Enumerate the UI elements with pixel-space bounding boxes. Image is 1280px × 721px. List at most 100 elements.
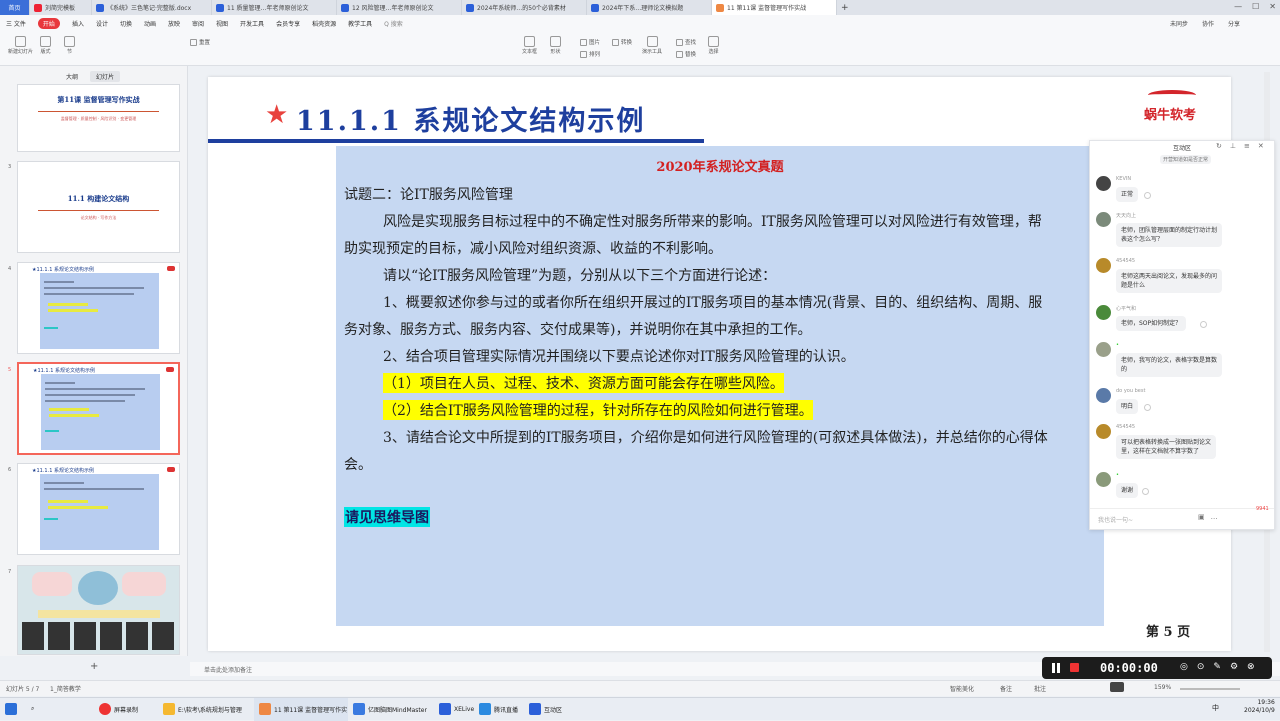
comment-toggle[interactable]: 批注 xyxy=(1034,684,1046,693)
chat-input[interactable]: 我也说一句~ xyxy=(1098,515,1133,524)
file-menu[interactable]: 三 文件 xyxy=(6,19,26,28)
smile-icon[interactable] xyxy=(1144,192,1151,199)
smile-icon[interactable] xyxy=(1200,321,1207,328)
section-button[interactable]: 节 xyxy=(64,36,75,55)
add-slide-button[interactable]: + xyxy=(90,661,98,672)
new-slide-button[interactable]: 新建幻灯片 xyxy=(8,36,33,55)
avatar xyxy=(1096,342,1111,357)
refresh-icon[interactable]: ↻ xyxy=(1216,142,1222,150)
find-button[interactable]: 查找 xyxy=(676,38,696,46)
more-icon[interactable]: … xyxy=(1211,513,1218,521)
tab-slides[interactable]: 幻灯片 xyxy=(90,71,121,82)
taskbar-app[interactable]: 互动区 xyxy=(524,698,574,721)
active-document-tab[interactable]: 11 第11课 监督管理写作实战 xyxy=(712,0,837,15)
document-tab[interactable]: 《系统》三色笔记·完整版.docx xyxy=(92,0,212,15)
settings-icon[interactable]: ⚙ xyxy=(1230,662,1238,672)
smile-icon[interactable] xyxy=(1144,404,1151,411)
search-button[interactable]: ⌕ xyxy=(26,698,46,721)
document-tab[interactable]: 12 风险管理…年老师原创论文 xyxy=(337,0,462,15)
reset-icon xyxy=(190,38,197,46)
document-tab[interactable]: 11 质量管理…年老师原创论文 xyxy=(212,0,337,15)
search-box[interactable]: Q 搜索 xyxy=(384,19,403,28)
taskbar-app[interactable]: XELive xyxy=(434,698,474,721)
stop-icon[interactable] xyxy=(1070,663,1079,672)
thumb-shape xyxy=(32,572,72,596)
snapshot-icon[interactable]: ⊙ xyxy=(1197,662,1205,672)
thumb-cyan-mark xyxy=(45,430,59,432)
start-button[interactable] xyxy=(0,698,26,721)
presentation-tools-button[interactable]: 演示工具 xyxy=(642,36,662,55)
document-tab[interactable]: 2024年下系…理师论文模拟题 xyxy=(587,0,712,15)
slide-thumbnail[interactable]: ★11.1.1 系规论文结构示例 xyxy=(17,463,180,555)
chat-text: 老师，SOP如何制定？ xyxy=(1116,316,1187,331)
picture-button[interactable]: 图片 xyxy=(580,38,600,46)
smile-icon[interactable] xyxy=(1142,488,1149,495)
taskbar-app[interactable]: 11 第11课 监督管理写作实 xyxy=(254,697,348,721)
new-tab-button[interactable]: + xyxy=(837,0,851,15)
menu-icon[interactable]: ≡ xyxy=(1244,142,1250,150)
logo-icon xyxy=(166,367,174,372)
menu-item-design[interactable]: 设计 xyxy=(96,19,108,28)
document-tab[interactable]: 刘简完模板 xyxy=(30,0,92,15)
menu-item-teaching[interactable]: 教学工具 xyxy=(348,19,372,28)
menu-item-insert[interactable]: 插入 xyxy=(72,19,84,28)
menu-item-resources[interactable]: 稻壳资源 xyxy=(312,19,336,28)
menu-item-view[interactable]: 视图 xyxy=(216,19,228,28)
sync-button[interactable]: 未同步 xyxy=(1170,19,1188,28)
pin-icon[interactable]: ⊥ xyxy=(1230,142,1236,150)
camera-icon[interactable]: ◎ xyxy=(1180,662,1188,672)
paragraph-line: 助实现预定的目标，减小风险对组织资源、收益的不利影响。 xyxy=(344,241,722,257)
image-icon[interactable]: ▣ xyxy=(1198,513,1205,521)
select-button[interactable]: 选择 xyxy=(708,36,719,55)
smart-beautify-button[interactable]: 智能美化 xyxy=(950,684,974,693)
slide-thumbnail-selected[interactable]: ★11.1.1 系规论文结构示例 xyxy=(17,362,180,455)
ime-indicator[interactable]: 中 xyxy=(1212,703,1219,713)
zoom-slider[interactable] xyxy=(1180,688,1240,690)
avatar xyxy=(1096,176,1111,191)
taskbar-app[interactable]: 屏幕录制 xyxy=(94,698,158,721)
slide-thumbnail[interactable]: 11.1 构建论文结构 论文结构 · 写作方法 xyxy=(17,161,180,253)
textbox-button[interactable]: 文本框 xyxy=(522,36,537,55)
thumb-subtitle: 监督管理 · 质量控制 · 风险识别 · 变更管理 xyxy=(60,116,137,121)
home-tab[interactable]: 首页 xyxy=(0,0,30,15)
chat-controls: ↻ ⊥ ≡ ✕ xyxy=(1216,142,1264,150)
pen-icon[interactable]: ✎ xyxy=(1213,662,1221,672)
arrange-small-button[interactable]: 排列 xyxy=(580,50,600,58)
thumb-line xyxy=(44,287,144,289)
layout-button[interactable]: 版式 xyxy=(40,36,51,55)
play-icon[interactable] xyxy=(1110,682,1124,692)
reset-button[interactable]: 重置 xyxy=(190,38,210,46)
taskbar-app[interactable]: E:\软考\系统规划与管理 xyxy=(158,698,254,721)
shape-button[interactable]: 形状 xyxy=(550,36,561,55)
replace-button[interactable]: 替换 xyxy=(676,50,696,58)
notes-toggle[interactable]: 备注 xyxy=(1000,684,1012,693)
menu-item-devtools[interactable]: 开发工具 xyxy=(240,19,264,28)
see-mindmap-link[interactable]: 请见思维导图 xyxy=(344,507,430,527)
close-icon[interactable]: ✕ xyxy=(1258,142,1264,150)
close-icon[interactable]: ✕ xyxy=(1269,2,1276,11)
taskbar-app[interactable]: 腾讯直播 xyxy=(474,698,524,721)
slide-thumbnail[interactable]: 第11课 监督管理写作实战 监督管理 · 质量控制 · 风险识别 · 变更管理 xyxy=(17,84,180,152)
share-button[interactable]: 分享 xyxy=(1228,19,1240,28)
slide-thumbnail[interactable]: ★11.1.1 系规论文结构示例 xyxy=(17,262,180,354)
convert-button[interactable]: 转换 xyxy=(612,38,632,46)
thumb-highlight xyxy=(48,309,98,312)
menu-item-start[interactable]: 开始 xyxy=(37,18,60,29)
menu-item-animation[interactable]: 动画 xyxy=(144,19,156,28)
collaborate-button[interactable]: 协作 xyxy=(1202,19,1214,28)
document-tab[interactable]: 2024年系统师…的50个必背素材 xyxy=(462,0,587,15)
menu-item-transition[interactable]: 切换 xyxy=(120,19,132,28)
zoom-level[interactable]: 159% xyxy=(1154,684,1171,691)
taskbar-app[interactable]: 亿图脑图MindMaster xyxy=(348,698,434,721)
slide-thumbnail[interactable] xyxy=(17,565,180,655)
tab-outline[interactable]: 大纲 xyxy=(60,71,84,82)
pause-icon[interactable] xyxy=(1052,663,1060,673)
menu-item-slideshow[interactable]: 放映 xyxy=(168,19,180,28)
menu-item-review[interactable]: 审阅 xyxy=(192,19,204,28)
close-icon[interactable]: ⊗ xyxy=(1247,662,1255,672)
maximize-icon[interactable]: ☐ xyxy=(1252,2,1259,11)
thumb-line xyxy=(44,482,84,484)
menu-item-member[interactable]: 会员专享 xyxy=(276,19,300,28)
minimize-icon[interactable]: — xyxy=(1234,2,1242,11)
live-icon xyxy=(479,703,491,715)
